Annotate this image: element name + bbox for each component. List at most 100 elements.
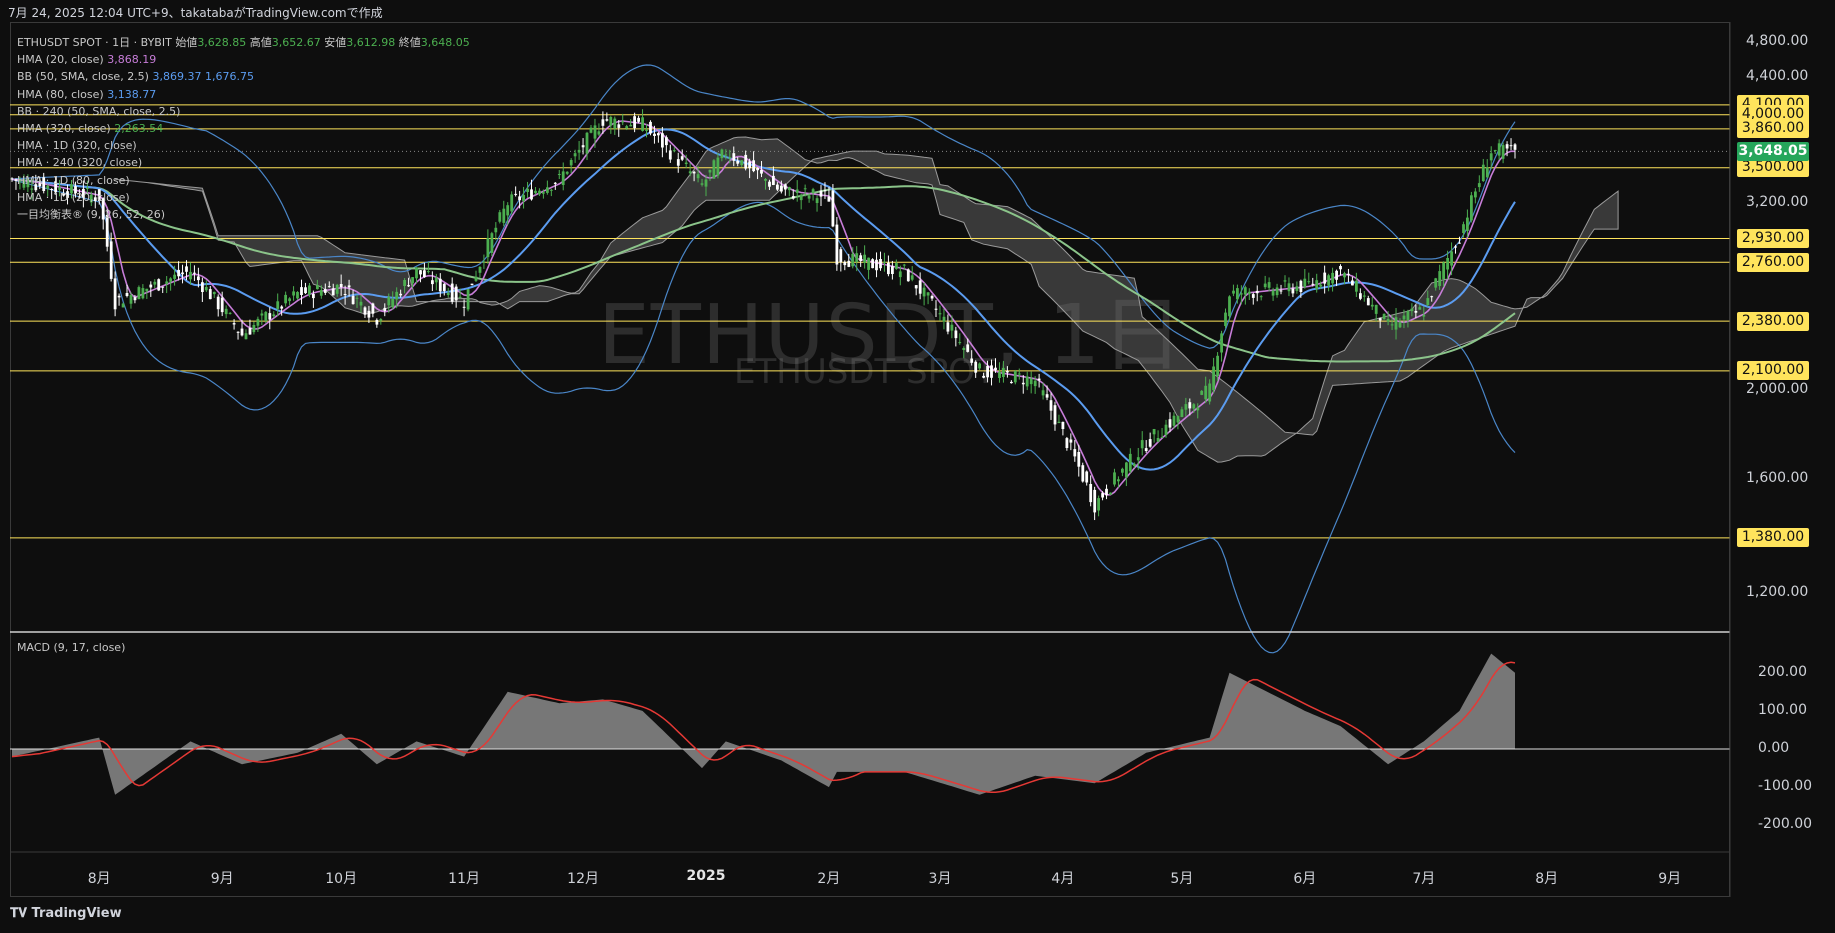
candle-body [319, 290, 323, 296]
candle-body [1406, 311, 1410, 321]
candle-body [641, 117, 644, 131]
level-price-label: 3,860.00 [1737, 119, 1809, 139]
candle-body [1426, 298, 1430, 305]
candle-body [1307, 281, 1311, 283]
candle-body [395, 291, 399, 300]
candle-body [1085, 471, 1089, 483]
macd-legend[interactable]: MACD (9, 17, close) [17, 641, 125, 654]
candle-body [434, 277, 438, 283]
candle-body [760, 170, 763, 174]
candle-body [684, 162, 688, 164]
candle-body [1049, 400, 1053, 411]
legend-hma320[interactable]: HMA (320, close) 2,263.54 [17, 120, 470, 137]
legend-hma1d320[interactable]: HMA · 1D (320, close) [17, 137, 470, 154]
candle-body [1283, 280, 1287, 282]
candle-body [732, 153, 736, 161]
candle-body [522, 194, 525, 201]
current-price-label: 3,648.05 [1737, 141, 1809, 161]
candle-body [875, 259, 878, 271]
candle-body [1382, 313, 1386, 320]
candle-body [1010, 381, 1013, 384]
candle-body [553, 182, 557, 184]
macd-tick-label: 200.00 [1758, 663, 1807, 680]
legend-hma1d80[interactable]: HMA · 1D (80, close) [17, 172, 470, 189]
time-tick-label: 12月 [567, 871, 600, 887]
candle-body [387, 297, 391, 306]
candle-body [1204, 385, 1208, 400]
candle-body [895, 263, 898, 269]
level-price-label: 2,760.00 [1737, 252, 1809, 272]
candle-body [490, 233, 494, 253]
candle-body [1513, 144, 1517, 150]
candle-body [645, 129, 648, 131]
candle-body [482, 261, 486, 263]
candle-body [1474, 191, 1477, 198]
candle-body [1442, 262, 1445, 279]
tradingview-logo[interactable]: 𝐓𝐕 TradingView [10, 906, 122, 921]
candle-body [1366, 298, 1370, 306]
candle-body [1025, 376, 1029, 387]
candle-body [859, 255, 863, 261]
candle-body [1172, 415, 1176, 426]
candle-body [831, 190, 835, 227]
price-tick-label: 4,800.00 [1746, 33, 1809, 50]
candle-body [1446, 258, 1449, 270]
candle-body [665, 137, 668, 146]
legend-bb[interactable]: BB (50, SMA, close, 2.5) 3,869.37 1,676.… [17, 68, 470, 85]
candle-body [982, 375, 985, 378]
candle-body [185, 266, 188, 272]
legend-ichimoku[interactable]: 一目均衡表® (9, 26, 52, 26) [17, 206, 470, 223]
candle-body [1192, 404, 1196, 409]
candle-body [375, 319, 379, 325]
candle-body [427, 271, 430, 273]
candle-body [1168, 419, 1172, 428]
candle-body [316, 285, 319, 290]
candle-body [391, 299, 395, 308]
candle-body [1374, 304, 1378, 314]
candle-body [561, 171, 565, 185]
candle-body [926, 292, 930, 296]
candle-body [863, 254, 866, 263]
legend-hma1d20[interactable]: HMA · 1D (20, close) [17, 189, 470, 206]
candle-body [169, 278, 172, 282]
legend-bb240[interactable]: BB · 240 (50, SMA, close, 2.5) [17, 103, 470, 120]
level-price-label: 3,500.00 [1737, 158, 1809, 178]
candle-body [117, 295, 121, 298]
legend-hma80[interactable]: HMA (80, close) 3,138.77 [17, 86, 470, 103]
candle-body [204, 287, 208, 291]
candle-body [1359, 293, 1362, 299]
candle-body [224, 308, 228, 315]
candle-body [565, 171, 569, 174]
macd-tick-label: -200.00 [1758, 816, 1813, 833]
candle-body [593, 125, 597, 139]
candle-body [248, 328, 252, 335]
candle-body [787, 187, 791, 191]
candle-body [244, 333, 248, 340]
candle-body [1505, 144, 1509, 149]
candle-body [228, 312, 232, 314]
candle-body [446, 293, 450, 296]
candle-body [724, 154, 728, 156]
candle-body [883, 261, 886, 263]
candle-body [252, 325, 256, 333]
candle-body [129, 295, 133, 304]
candle-body [577, 149, 581, 153]
candle-body [843, 261, 847, 266]
candle-body [327, 286, 331, 288]
candle-body [514, 193, 518, 195]
time-tick-label: 7月 [1412, 871, 1436, 887]
legend-hma20[interactable]: HMA (20, close) 3,868.19 [17, 51, 470, 68]
candle-body [1224, 312, 1227, 326]
candle-body [1125, 462, 1128, 478]
candle-body [740, 160, 744, 166]
candle-body [308, 285, 311, 295]
candle-body [672, 150, 676, 152]
legend-hma240-320[interactable]: HMA · 240 (320, close) [17, 154, 470, 171]
candle-body [823, 190, 827, 192]
candle-body [526, 188, 529, 192]
candle-body [855, 253, 859, 262]
candle-body [438, 278, 442, 292]
candle-body [1295, 286, 1299, 291]
candle-body [756, 167, 759, 171]
candle-body [1339, 266, 1342, 270]
